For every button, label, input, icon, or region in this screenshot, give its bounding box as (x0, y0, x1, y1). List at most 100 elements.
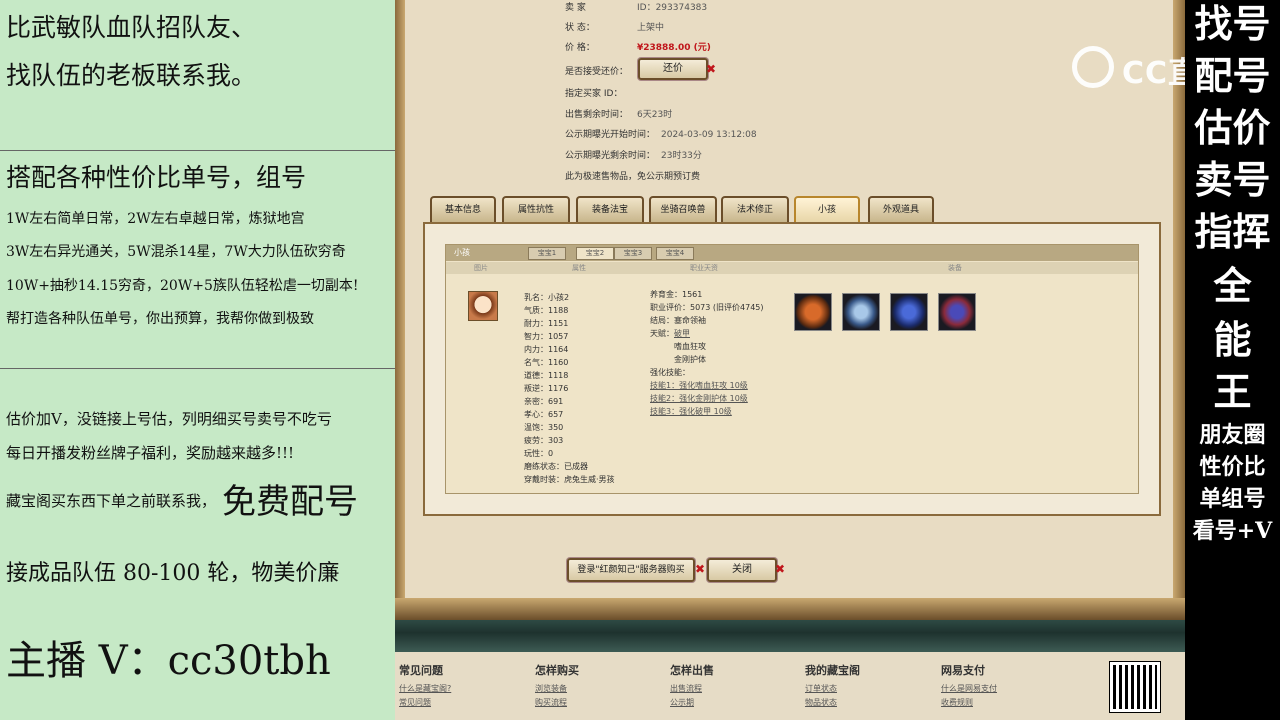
frame-bottom (395, 598, 1185, 620)
attr-14: 穿戴时装：虎兔生威·男孩 (524, 475, 615, 484)
skill-link-2[interactable]: 技能3：强化破甲 10级 (650, 406, 732, 417)
promo-line-11: 接成品队伍 80-100 轮，物美价廉 (6, 561, 340, 586)
promo-line-6: 10W+抽秒14.15穷奇，20W+5族队伍轻松虐一切副本! (6, 278, 359, 294)
talent-link-1[interactable]: 嗜血狂攻 (674, 341, 706, 352)
footer-col-buy: 怎样购买 浏览装备 购买流程 (535, 662, 579, 710)
attr-9: 孝心：657 (524, 410, 564, 419)
talent-link-0[interactable]: 破甲 (674, 329, 690, 338)
subtab-baby-4[interactable]: 宝宝4 (656, 247, 694, 260)
footer-link[interactable]: 什么是网易支付 (941, 682, 997, 696)
tab-spells[interactable]: 法术修正 (721, 196, 789, 222)
attr-13: 磨练状态：已成器 (524, 462, 588, 471)
tab-attributes[interactable]: 属性抗性 (502, 196, 570, 222)
promo-line-10b: 免费配号 (222, 482, 358, 522)
footer-link[interactable]: 浏览装备 (535, 682, 579, 696)
footer-col-my: 我的藏宝阁 订单状态 物品状态 (805, 662, 860, 710)
header-career: 职业天资 (690, 264, 718, 272)
footer-link[interactable]: 购买流程 (535, 696, 579, 710)
promo-line-3: 搭配各种性价比单号，组号 (6, 163, 307, 192)
promo-line-8: 估价加V，没链接上号估，列明细买号卖号不吃亏 (6, 410, 332, 428)
attr-5: 名气：1160 (524, 358, 569, 367)
footer-link[interactable]: 出售流程 (670, 682, 714, 696)
qr-code-icon (1109, 661, 1161, 713)
equip-slot-1[interactable] (794, 293, 832, 331)
child-table-header: 图片 属性 职业天资 装备 (446, 262, 1138, 274)
tab-appearance[interactable]: 外观道具 (868, 196, 934, 222)
attr-2: 耐力：1151 (524, 319, 569, 328)
right-big-0: 找号 (1194, 1, 1271, 46)
bargain-button[interactable]: 还价 (638, 58, 708, 80)
talent-link-2[interactable]: 金刚护体 (674, 354, 706, 365)
footer-col-pay: 网易支付 什么是网易支付 收费规则 (941, 662, 997, 710)
left-promo-panel: 比武敏队血队招队友、 找队伍的老板联系我。 搭配各种性价比单号，组号 1W左右简… (0, 0, 395, 720)
skill-link-1[interactable]: 技能2：强化金刚护体 10级 (650, 393, 748, 404)
game-window: 卖 家 ID：293374383 状 态： 上架中 价 格： ¥23888.00 (元… (395, 0, 1185, 720)
right-big-1: 配号 (1194, 53, 1271, 98)
attr-4: 内力：1164 (524, 345, 569, 354)
tab-child[interactable]: 小孩 (794, 196, 860, 222)
attr-0: 乳名：小孩2 (524, 293, 570, 302)
child-avatar[interactable] (468, 291, 498, 321)
skill-label: 强化技能： (650, 368, 690, 377)
footer-link[interactable]: 常见问题 (399, 696, 451, 710)
career-raise: 养育金：1561 (650, 290, 703, 299)
promo-line-10a: 藏宝阁买东西下单之前联系我， (6, 492, 217, 510)
footer-link[interactable]: 什么是藏宝阁? (399, 682, 451, 696)
equip-slot-4[interactable] (938, 293, 976, 331)
child-panel-title: 小孩 (454, 248, 470, 257)
right-small-0: 朋友圈 (1199, 422, 1266, 448)
promo-line-2: 找队伍的老板联系我。 (6, 61, 257, 90)
career-eval: 职业评价：5073 (旧评价4745) (650, 303, 764, 312)
note-row: 此为极速售物品，免公示期预订费 (565, 172, 701, 182)
right-big-3: 卖号 (1194, 157, 1271, 202)
close-x-icon: ✖ (775, 562, 786, 576)
right-small-1: 性价比 (1199, 454, 1266, 480)
cc-logo-icon (1072, 46, 1114, 88)
frame-left (395, 0, 405, 600)
login-server-buy-button[interactable]: 登录"红颜知己"服务器购买 (567, 558, 695, 582)
equip-slot-3[interactable] (890, 293, 928, 331)
footer-link[interactable]: 物品状态 (805, 696, 860, 710)
promo-line-5: 3W左右异光通关，5W混杀14星，7W大力队伍砍穷奇 (6, 244, 346, 260)
subtab-baby-1[interactable]: 宝宝1 (528, 247, 566, 260)
child-title-bar: 小孩 宝宝1 宝宝2 宝宝3 宝宝4 (446, 245, 1138, 261)
footer-link[interactable]: 订单状态 (805, 682, 860, 696)
header-equip: 装备 (948, 264, 962, 272)
divider (0, 368, 395, 369)
footer-link[interactable]: 收费规则 (941, 696, 997, 710)
career-ending: 结局：塞命领袖 (650, 316, 706, 325)
child-inner-panel: 小孩 宝宝1 宝宝2 宝宝3 宝宝4 图片 属性 职业天资 装备 乳名：小孩2 … (445, 244, 1139, 494)
footer-link[interactable]: 公示期 (670, 696, 714, 710)
tab-equipment[interactable]: 装备法宝 (576, 196, 644, 222)
promo-line-9: 每日开播发粉丝牌子福利，奖励越来越多!!! (6, 444, 295, 462)
subtab-baby-3[interactable]: 宝宝3 (614, 247, 652, 260)
right-big-7: 王 (1213, 369, 1252, 414)
footer-col-faq: 常见问题 什么是藏宝阁? 常见问题 (399, 662, 451, 710)
footer-col-sell: 怎样出售 出售流程 公示期 (670, 662, 714, 710)
tab-mounts[interactable]: 坐骑召唤兽 (649, 196, 717, 222)
buyer-row: 指定买家 ID： (565, 89, 623, 99)
right-big-4: 指挥 (1194, 209, 1271, 254)
skill-link-0[interactable]: 技能1：强化嗜血狂攻 10级 (650, 380, 748, 391)
equip-slot-2[interactable] (842, 293, 880, 331)
attr-6: 道德：1118 (524, 371, 569, 380)
child-panel: 小孩 宝宝1 宝宝2 宝宝3 宝宝4 图片 属性 职业天资 装备 乳名：小孩2 … (423, 222, 1161, 516)
price-value: ¥23888.00 (元) (637, 43, 711, 53)
decorative-stripe (395, 620, 1185, 652)
right-small-2: 单组号 (1199, 486, 1266, 512)
status-row: 状 态： 上架中 (565, 23, 665, 33)
right-small-3: 看号+V (1192, 518, 1273, 544)
attr-11: 疲劳：303 (524, 436, 564, 445)
close-x-icon: ✖ (706, 62, 717, 76)
attr-3: 智力：1057 (524, 332, 569, 341)
promo-line-4: 1W左右简单日常，2W左右卓越日常，炼狱地宫 (6, 211, 305, 227)
career-talents: 天赋：破甲 (650, 329, 690, 338)
right-promo-panel: 找号 配号 估价 卖号 指挥 全 能 王 朋友圈 性价比 单组号 看号+V (1185, 0, 1280, 720)
attr-10: 温饱：350 (524, 423, 564, 432)
seller-row: 卖 家 ID：293374383 (565, 3, 708, 13)
close-button[interactable]: 关闭 (707, 558, 777, 582)
subtab-baby-2[interactable]: 宝宝2 (576, 247, 614, 260)
close-x-icon: ✖ (695, 562, 706, 576)
tab-basic-info[interactable]: 基本信息 (430, 196, 496, 222)
public-remain-row: 公示期曝光剩余时间： 23时33分 (565, 151, 702, 161)
